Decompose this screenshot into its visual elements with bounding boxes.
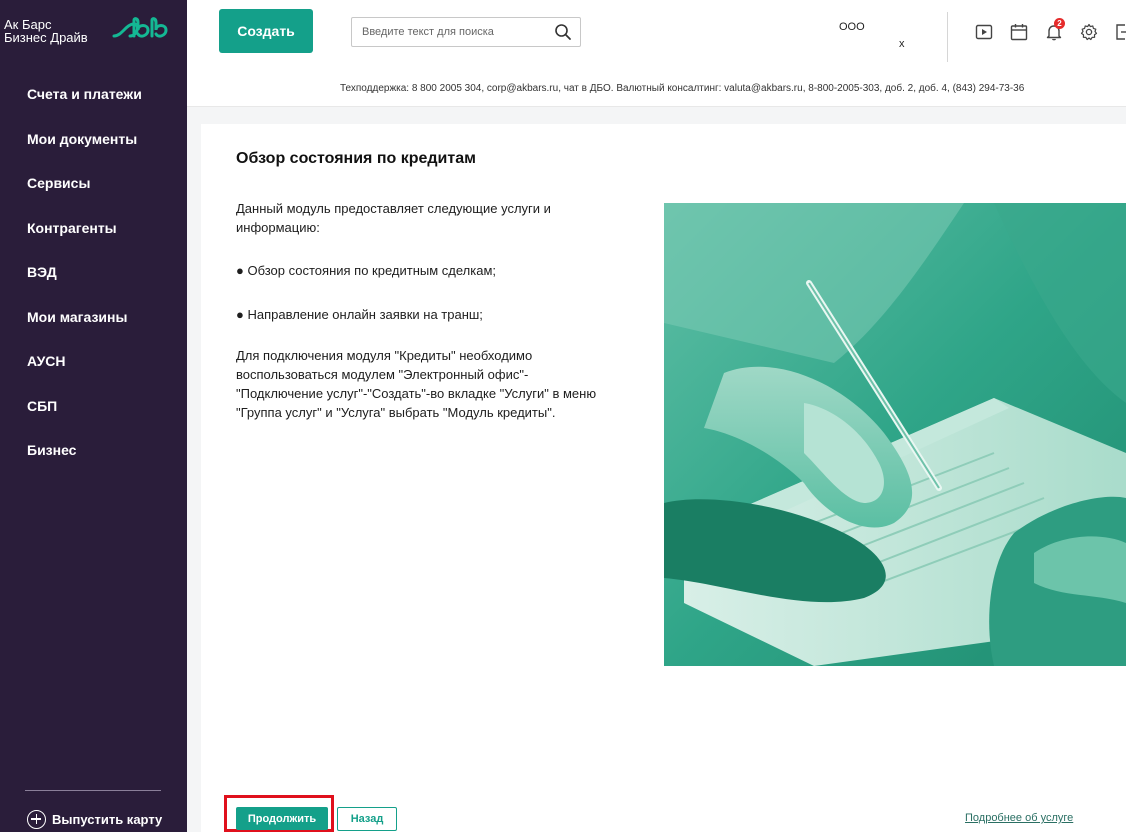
logo-mark-icon	[112, 17, 168, 38]
bullet-credit-deals: ● Обзор состояния по кредитным сделкам;	[236, 263, 497, 278]
sidebar-item-business[interactable]: Бизнес	[0, 428, 187, 473]
issue-card-button[interactable]: Выпустить карту	[27, 807, 162, 831]
continue-button[interactable]: Продолжить	[236, 807, 328, 830]
page-title: Обзор состояния по кредитам	[236, 150, 476, 167]
search-box	[351, 17, 581, 47]
organization-suffix: х	[899, 38, 905, 50]
more-about-service-link[interactable]: Подробнее об услуге	[965, 812, 1073, 824]
logout-icon[interactable]	[1115, 23, 1126, 41]
back-button[interactable]: Назад	[337, 807, 397, 831]
calendar-icon[interactable]	[1010, 23, 1028, 41]
instructions-text: Для подключения модуля "Кредиты" необход…	[236, 348, 597, 420]
header: Создать ООО х 2	[187, 0, 1126, 107]
notifications-button[interactable]: 2	[1045, 18, 1065, 41]
search-icon[interactable]	[554, 23, 572, 41]
gear-icon[interactable]	[1080, 23, 1098, 41]
sidebar-item-ved[interactable]: ВЭД	[0, 250, 187, 295]
search-input[interactable]	[352, 18, 552, 46]
header-divider	[947, 12, 948, 62]
logo-text: Ак Барс Бизнес Драйв	[4, 18, 88, 44]
create-button[interactable]: Создать	[219, 9, 313, 53]
support-info: Техподдержка: 8 800 2005 304, corp@akbar…	[340, 83, 1025, 94]
sidebar-nav: Счета и платежи Мои документы Сервисы Ко…	[0, 72, 187, 473]
sidebar-item-shops[interactable]: Мои магазины	[0, 295, 187, 340]
play-icon[interactable]	[975, 23, 993, 41]
sidebar-item-services[interactable]: Сервисы	[0, 161, 187, 206]
sidebar-item-counterparties[interactable]: Контрагенты	[0, 206, 187, 251]
notification-badge: 2	[1054, 18, 1065, 29]
header-icons: 2	[975, 18, 1126, 41]
sidebar-item-ausn[interactable]: АУСН	[0, 339, 187, 384]
sidebar-item-sbp[interactable]: СБП	[0, 384, 187, 429]
app-logo[interactable]: Ак Барс Бизнес Драйв	[0, 14, 187, 50]
logo-line2: Бизнес Драйв	[4, 30, 88, 45]
intro-text: Данный модуль предоставляет следующие ус…	[236, 201, 551, 235]
issue-card-label: Выпустить карту	[52, 811, 163, 827]
sidebar: Ак Барс Бизнес Драйв Счета и платежи Мои…	[0, 0, 187, 832]
sidebar-divider	[25, 790, 161, 791]
plus-circle-icon	[27, 809, 46, 829]
signing-document-image	[664, 203, 1126, 666]
organization-name[interactable]: ООО	[839, 21, 865, 33]
sidebar-item-documents[interactable]: Мои документы	[0, 117, 187, 162]
content-card: Обзор состояния по кредитам Данный модул…	[201, 124, 1126, 832]
sidebar-item-accounts[interactable]: Счета и платежи	[0, 72, 187, 117]
bullet-tranche-request: ● Направление онлайн заявки на транш;	[236, 307, 483, 322]
